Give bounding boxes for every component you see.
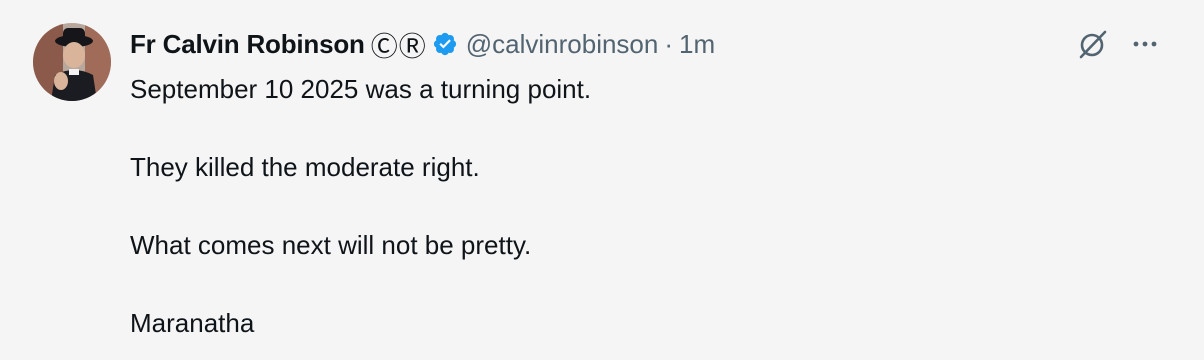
tweet-paragraph: What comes next will not be pretty.: [130, 230, 532, 260]
tweet-paragraph: They killed the moderate right.: [130, 152, 480, 182]
display-name[interactable]: Fr Calvin Robinson: [130, 29, 365, 60]
tweet-paragraph: Maranatha: [130, 308, 255, 338]
verified-badge-icon[interactable]: [432, 31, 458, 57]
separator: ·: [664, 28, 674, 59]
tweet-text: September 10 2025 was a turning point. T…: [130, 70, 1150, 342]
avatar[interactable]: [33, 23, 111, 101]
tweet-paragraph: September 10 2025 was a turning point.: [130, 74, 592, 104]
tweet-header: Fr Calvin Robinson ⒸⓇ @calvinrobinson · …: [130, 26, 715, 63]
tweet-actions: [1076, 27, 1160, 61]
handle[interactable]: @calvinrobinson: [466, 29, 659, 60]
timestamp[interactable]: 1m: [679, 29, 715, 60]
name-emoji: ⒸⓇ: [370, 31, 427, 63]
grok-icon[interactable]: [1076, 27, 1110, 61]
more-options-icon[interactable]: [1130, 29, 1160, 59]
tweet: Fr Calvin Robinson ⒸⓇ @calvinrobinson · …: [0, 0, 1204, 360]
